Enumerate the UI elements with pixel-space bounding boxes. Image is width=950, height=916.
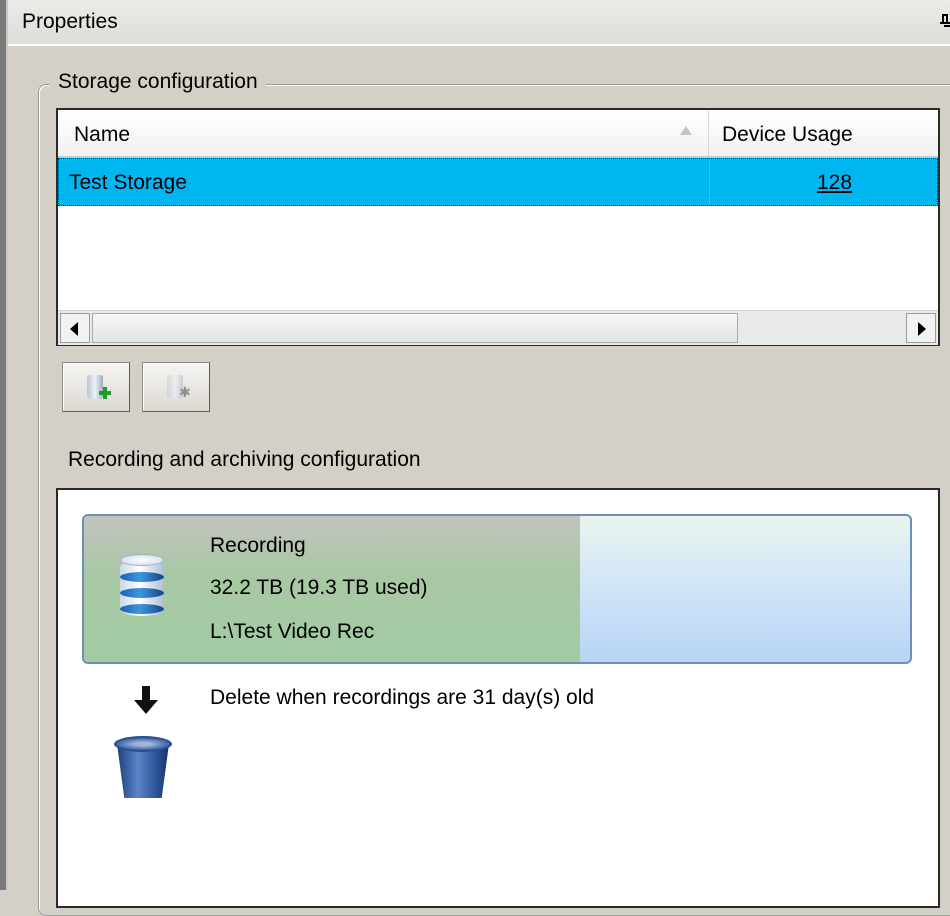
scroll-right-arrow-icon[interactable] (906, 313, 936, 343)
storage-configuration-legend: Storage configuration (50, 70, 266, 94)
add-storage-button[interactable] (62, 362, 130, 412)
delete-rule-text: Delete when recordings are 31 day(s) old (210, 686, 595, 709)
scroll-left-arrow-icon[interactable] (60, 313, 90, 343)
list-header: Name Device Usage (58, 110, 938, 158)
recording-size: 32.2 TB (19.3 TB used) (210, 576, 428, 599)
storage-list[interactable]: Name Device Usage Test Storage 128 (56, 108, 940, 346)
row-separator (709, 159, 710, 205)
add-storage-icon (99, 387, 111, 399)
sort-ascending-icon (680, 126, 692, 135)
table-row[interactable]: Test Storage 128 (58, 158, 938, 206)
window-title: Properties (22, 10, 118, 33)
recording-archiving-label: Recording and archiving configuration (68, 448, 421, 471)
database-icon (120, 554, 164, 620)
pin-icon[interactable] (940, 14, 950, 28)
recording-storage-box[interactable]: Recording 32.2 TB (19.3 TB used) L:\Test… (82, 514, 912, 664)
storage-name-cell: Test Storage (69, 171, 187, 194)
column-separator[interactable] (708, 110, 709, 156)
arrow-down-icon (134, 686, 158, 716)
window-edge (0, 0, 8, 890)
remove-storage-icon: ✱ (179, 385, 191, 401)
horizontal-scrollbar[interactable] (58, 310, 938, 345)
recycle-bin-icon[interactable] (114, 736, 172, 798)
device-usage-link[interactable]: 128 (817, 171, 852, 195)
column-header-device-usage[interactable]: Device Usage (722, 123, 853, 147)
remove-storage-button[interactable]: ✱ (142, 362, 210, 412)
column-header-name[interactable]: Name (74, 123, 130, 147)
recording-path: L:\Test Video Rec (210, 620, 375, 643)
recording-archiving-panel: Recording 32.2 TB (19.3 TB used) L:\Test… (56, 488, 940, 908)
recording-title: Recording (210, 534, 306, 557)
properties-title-bar: Properties (8, 0, 950, 46)
scrollbar-thumb[interactable] (92, 313, 738, 343)
